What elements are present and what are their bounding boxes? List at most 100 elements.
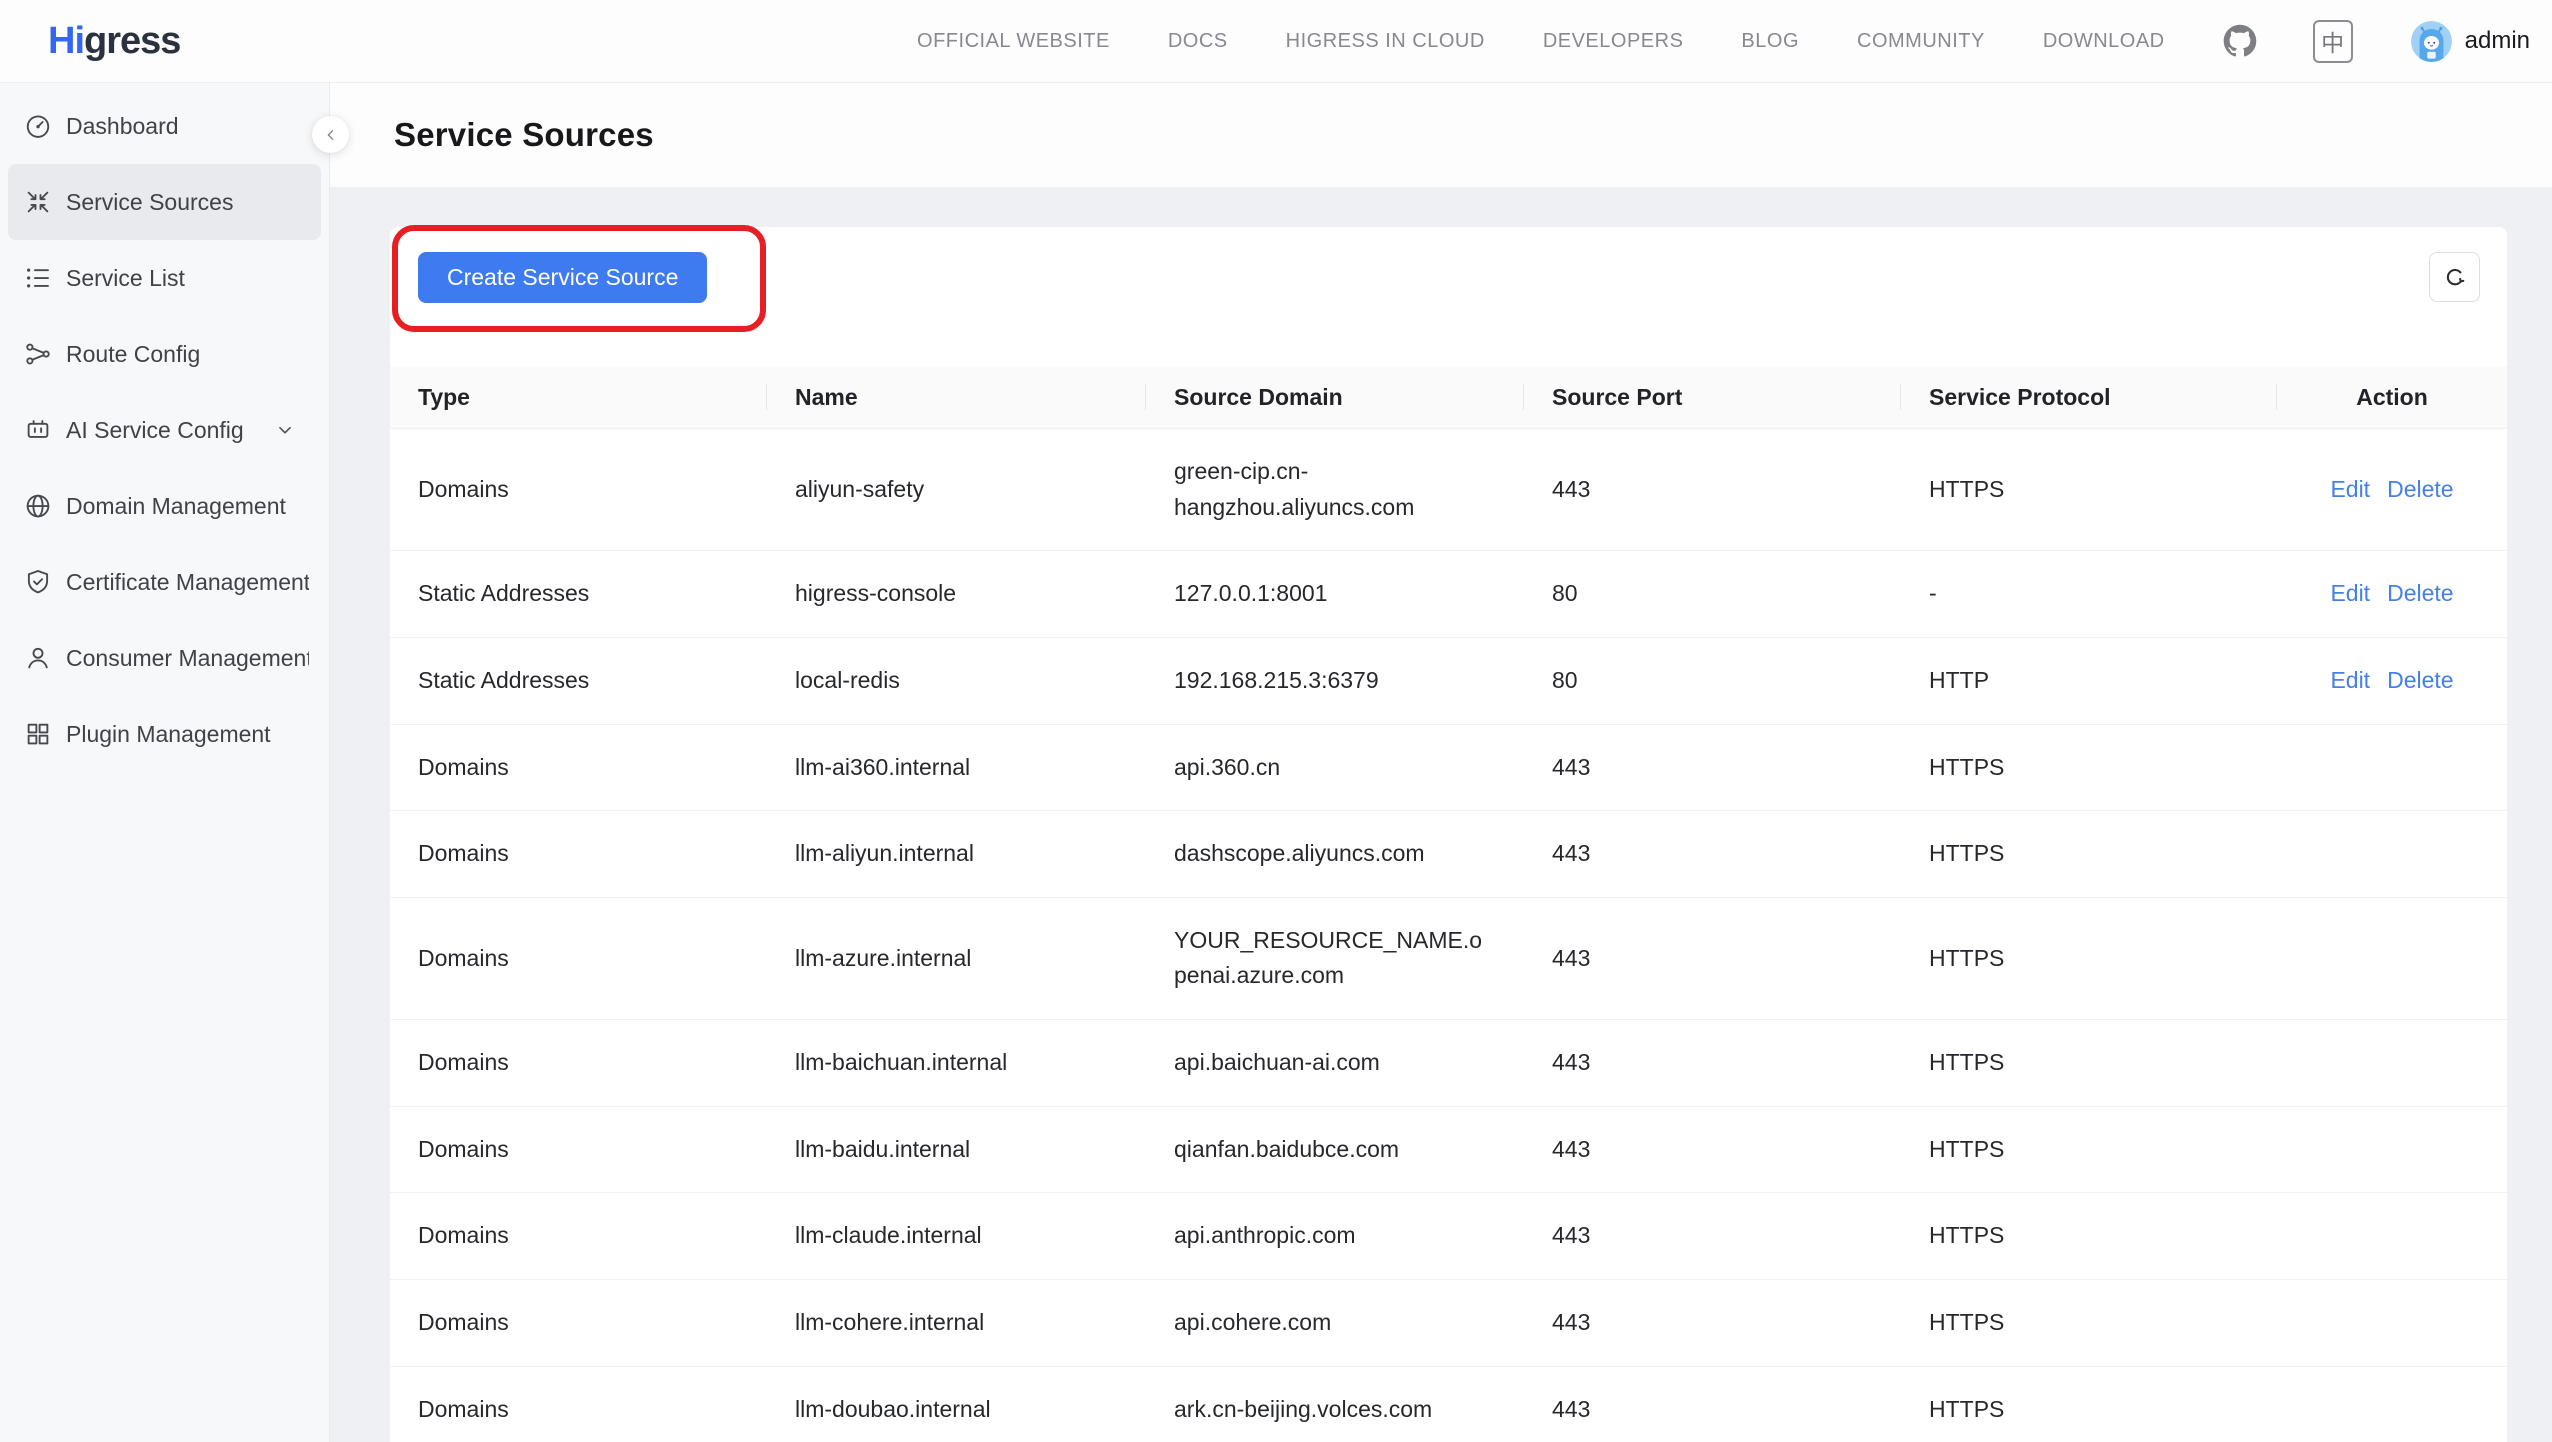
cell-source-port: 443: [1524, 1107, 1901, 1193]
delete-link[interactable]: Delete: [2387, 580, 2453, 606]
service-sources-card: Create Service Source TypeNameSource Dom…: [390, 227, 2507, 1442]
table-row: Domainsllm-ai360.internalapi.360.cn443HT…: [390, 725, 2507, 812]
cell-name: llm-baichuan.internal: [767, 1020, 1146, 1106]
cell-source-domain: qianfan.baidubce.com: [1146, 1107, 1524, 1193]
edit-link[interactable]: Edit: [2330, 476, 2370, 502]
chevron-down-icon: [274, 419, 296, 441]
table-header: TypeNameSource DomainSource PortService …: [390, 366, 2507, 429]
cell-source-domain: api.cohere.com: [1146, 1280, 1524, 1366]
cell-service-protocol: HTTPS: [1901, 1020, 2277, 1106]
cell-source-domain: dashscope.aliyuncs.com: [1146, 811, 1524, 897]
cell-action: Edit Delete: [2277, 638, 2507, 724]
sidebar-item-consumer-management[interactable]: Consumer Management: [8, 620, 321, 696]
service-sources-table: TypeNameSource DomainSource PortService …: [390, 366, 2507, 1442]
cell-type: Domains: [390, 1280, 767, 1366]
higress-logo[interactable]: Higress: [48, 20, 180, 63]
nav-item[interactable]: DOCS: [1168, 30, 1228, 53]
cell-service-protocol: HTTPS: [1901, 916, 2277, 1002]
logo-text-hi: Hi: [48, 20, 84, 62]
nav-item[interactable]: BLOG: [1741, 30, 1799, 53]
robot-icon: [23, 415, 53, 445]
nav-item[interactable]: OFFICIAL WEBSITE: [917, 30, 1110, 53]
nav-item[interactable]: DOWNLOAD: [2043, 30, 2165, 53]
table-row: Domainsllm-claude.internalapi.anthropic.…: [390, 1193, 2507, 1280]
sidebar-item-dashboard[interactable]: Dashboard: [8, 88, 321, 164]
cell-type: Domains: [390, 1367, 767, 1442]
user-menu[interactable]: admin: [2411, 21, 2530, 62]
cell-source-domain: api.baichuan-ai.com: [1146, 1020, 1524, 1106]
table-row: Domainsllm-doubao.internalark.cn-beijing…: [390, 1367, 2507, 1442]
sidebar-item-label: Consumer Management: [66, 645, 309, 672]
cell-source-domain: green-cip.cn-hangzhou.aliyuncs.com: [1146, 429, 1524, 550]
logo-text-gress: gress: [84, 20, 180, 62]
table-row: Domainsllm-cohere.internalapi.cohere.com…: [390, 1280, 2507, 1367]
nav-item[interactable]: HIGRESS IN CLOUD: [1286, 30, 1485, 53]
cell-action: Edit Delete: [2277, 551, 2507, 637]
table-row: Static Addresseslocal-redis192.168.215.3…: [390, 638, 2507, 725]
sidebar-item-ai-service-config[interactable]: AI Service Config: [8, 392, 321, 468]
create-service-source-button[interactable]: Create Service Source: [418, 252, 707, 303]
sidebar-collapse-button[interactable]: [312, 116, 349, 153]
cell-action: [2277, 742, 2507, 792]
cell-type: Static Addresses: [390, 638, 767, 724]
sidebar-item-label: Service Sources: [66, 189, 309, 216]
chevron-left-icon: [322, 126, 340, 144]
certificate-icon: [23, 567, 53, 597]
edit-link[interactable]: Edit: [2330, 667, 2370, 693]
sidebar-item-route-config[interactable]: Route Config: [8, 316, 321, 392]
cell-service-protocol: HTTP: [1901, 638, 2277, 724]
cell-name: llm-cohere.internal: [767, 1280, 1146, 1366]
cell-name: llm-aliyun.internal: [767, 811, 1146, 897]
table-row: Static Addresseshigress-console127.0.0.1…: [390, 551, 2507, 638]
sidebar-item-plugin-management[interactable]: Plugin Management: [8, 696, 321, 772]
table-body: Domainsaliyun-safetygreen-cip.cn-hangzho…: [390, 429, 2507, 1442]
table-row: Domainsllm-azure.internalYOUR_RESOURCE_N…: [390, 898, 2507, 1020]
cell-name: llm-azure.internal: [767, 916, 1146, 1002]
cell-type: Domains: [390, 1020, 767, 1106]
cell-type: Domains: [390, 447, 767, 533]
main: Service Sources Create Service Source Ty…: [330, 83, 2552, 1442]
refresh-button[interactable]: [2429, 252, 2480, 302]
sidebar-item-domain-management[interactable]: Domain Management: [8, 468, 321, 544]
cell-action: [2277, 829, 2507, 879]
cell-source-port: 80: [1524, 638, 1901, 724]
sidebar-item-label: Dashboard: [66, 113, 309, 140]
cell-action: [2277, 1038, 2507, 1088]
cell-name: aliyun-safety: [767, 447, 1146, 533]
github-icon[interactable]: [2223, 24, 2257, 58]
cell-name: higress-console: [767, 551, 1146, 637]
cell-name: llm-doubao.internal: [767, 1367, 1146, 1442]
cell-service-protocol: -: [1901, 551, 2277, 637]
cell-source-port: 443: [1524, 916, 1901, 1002]
sidebar-item-label: Domain Management: [66, 493, 309, 520]
sidebar-menu: Dashboard Service Sources Service ListRout…: [8, 88, 321, 772]
cell-source-domain: api.360.cn: [1146, 725, 1524, 811]
nav-item[interactable]: COMMUNITY: [1857, 30, 1985, 53]
nav-item[interactable]: DEVELOPERS: [1543, 30, 1684, 53]
cell-type: Domains: [390, 725, 767, 811]
app: Higress OFFICIAL WEBSITE DOCS HIGRESS IN C…: [0, 0, 2552, 1442]
cell-source-port: 443: [1524, 447, 1901, 533]
column-header: Source Port: [1524, 384, 1901, 411]
language-toggle-button[interactable]: 中: [2313, 20, 2353, 63]
sidebar-item-label: Plugin Management: [66, 721, 309, 748]
sidebar-item-label: AI Service Config: [66, 417, 268, 444]
delete-link[interactable]: Delete: [2387, 476, 2453, 502]
table-row: Domainsllm-baidu.internalqianfan.baidubc…: [390, 1107, 2507, 1194]
content-area: Create Service Source TypeNameSource Dom…: [330, 187, 2552, 1442]
sidebar-item-service-list[interactable]: Service List: [8, 240, 321, 316]
column-header: Source Domain: [1146, 384, 1524, 411]
sidebar-item-certificate-management[interactable]: Certificate Management: [8, 544, 321, 620]
cell-type: Domains: [390, 916, 767, 1002]
cell-name: llm-baidu.internal: [767, 1107, 1146, 1193]
delete-link[interactable]: Delete: [2387, 667, 2453, 693]
cell-source-port: 443: [1524, 811, 1901, 897]
topbar: Higress OFFICIAL WEBSITE DOCS HIGRESS IN C…: [0, 0, 2552, 83]
shrink-icon: [23, 187, 53, 217]
cell-action: [2277, 1385, 2507, 1435]
card-toolbar: Create Service Source: [390, 227, 2507, 303]
cell-service-protocol: HTTPS: [1901, 1193, 2277, 1279]
sidebar: Dashboard Service Sources Service ListRout…: [0, 83, 330, 1442]
sidebar-item-service-sources[interactable]: Service Sources: [8, 164, 321, 240]
edit-link[interactable]: Edit: [2330, 580, 2370, 606]
